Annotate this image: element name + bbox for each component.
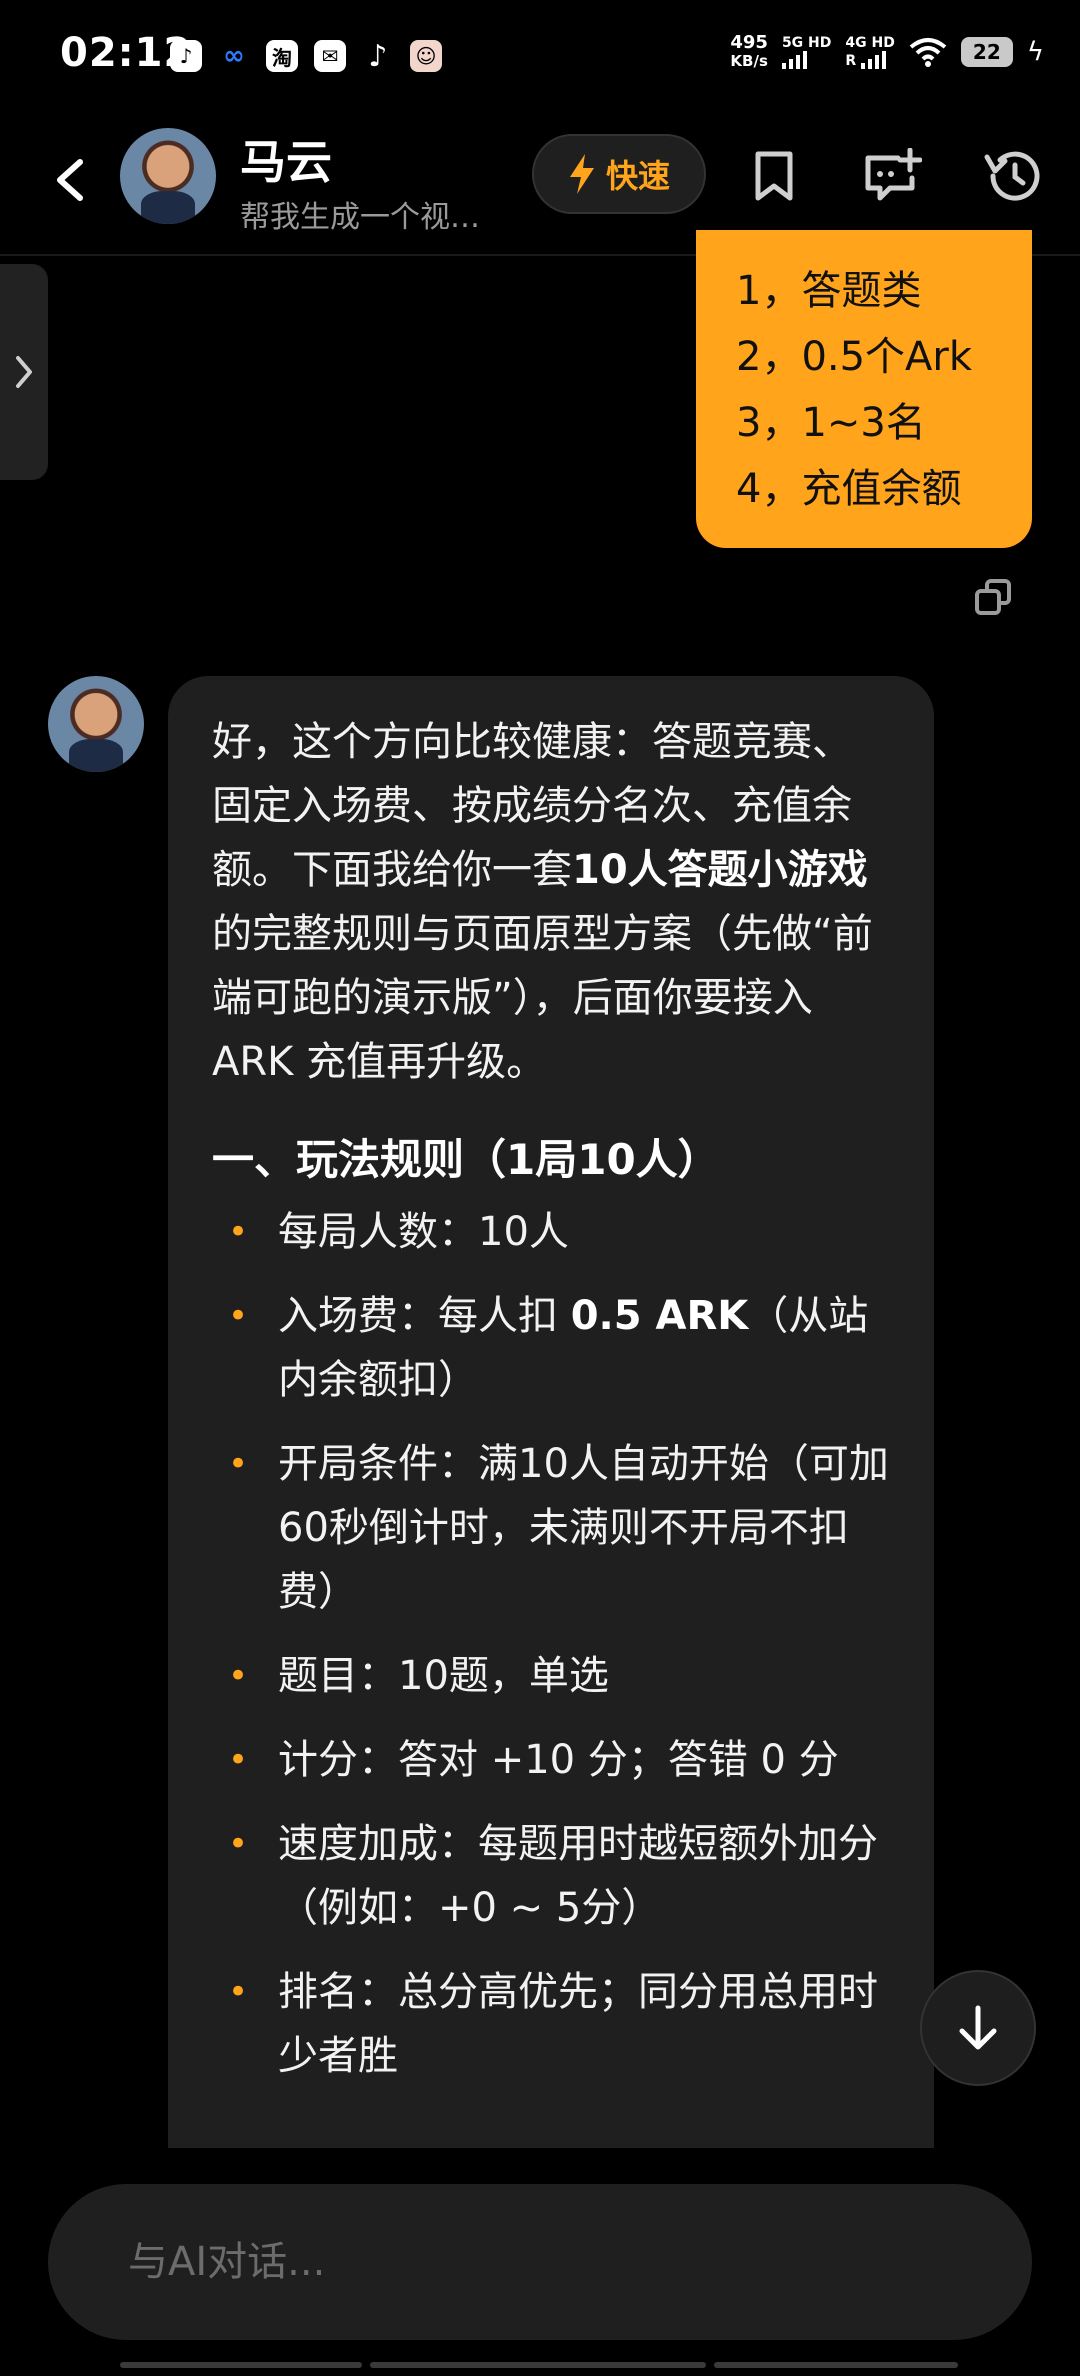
signal-4g: 4G HD R [845, 35, 895, 69]
fast-mode-label: 快速 [605, 157, 670, 195]
rule-item: • 排名：总分高优先；同分用总用时少者胜 [212, 1960, 890, 2088]
notification-icons: ♪ ∞ 淘 ✉ ♪ ☺ [170, 38, 442, 74]
signal-bars-icon [781, 51, 807, 69]
status-bar: 02:12 ♪ ∞ 淘 ✉ ♪ ☺ 495 KB/s 5G HD 4G HD R [0, 0, 1080, 118]
chat-input[interactable] [128, 2224, 968, 2300]
chat-subtitle: 帮我生成一个视… [240, 200, 480, 235]
bot-avatar[interactable] [120, 128, 216, 224]
rule-item: • 题目：10题，单选 [212, 1644, 890, 1708]
bottom-indicator [120, 2362, 960, 2370]
bullet-icon: • [228, 1972, 249, 2012]
add-message-icon [865, 148, 922, 201]
chat-title: 马云 [240, 135, 332, 189]
user-message-line: 2，0.5个Ark [736, 334, 973, 380]
bookmark-button[interactable] [744, 146, 804, 206]
bullet-icon: • [228, 1740, 249, 1780]
rule-item: • 每局人数：10人 [212, 1200, 890, 1264]
copy-button[interactable] [968, 572, 1018, 622]
bullet-icon: • [228, 1824, 249, 1864]
history-icon [984, 151, 1040, 201]
chat-input-bar [48, 2184, 1032, 2340]
arrow-down-icon [959, 2005, 997, 2050]
bullet-icon: • [228, 1444, 249, 1484]
signal-bars-icon [861, 51, 887, 69]
bullet-icon: • [228, 1656, 249, 1696]
fast-mode-button[interactable]: 快速 [532, 134, 706, 214]
wifi-icon [909, 38, 947, 67]
history-button[interactable] [982, 146, 1042, 206]
ai-message-bubble: 好，这个方向比较健康：答题竞赛、固定入场费、按成绩分名次、充值余额。下面我给你一… [168, 676, 934, 2148]
bullet-icon: • [228, 1212, 249, 1252]
mail-icon: ✉ [314, 40, 346, 72]
rule-item: • 速度加成：每题用时越短额外加分（例如：+0 ~ 5分） [212, 1812, 890, 1940]
bookmark-icon [755, 151, 793, 201]
status-right: 495 KB/s 5G HD 4G HD R 22 ϟ [730, 32, 1044, 71]
lightning-icon [569, 154, 594, 194]
chevron-right-icon [16, 356, 32, 388]
side-drawer-toggle[interactable] [0, 264, 48, 480]
scroll-to-bottom-button[interactable] [920, 1970, 1036, 2086]
bullet-icon: • [228, 1296, 249, 1336]
user-message-bubble: 1，答题类 2，0.5个Ark 3，1~3名 4，充值余额 [696, 230, 1032, 548]
user-message-line: 3，1~3名 [736, 400, 926, 446]
rules-list: • 每局人数：10人 • 入场费：每人扣 0.5 ARK（从站内余额扣） • 开局条件… [212, 1200, 890, 2088]
ai-avatar [48, 676, 144, 772]
user-message-line: 1，答题类 [736, 268, 922, 314]
taobao-icon: 淘 [266, 40, 298, 72]
douyin-icon: ♪ [170, 40, 202, 72]
copy-icon [975, 579, 1011, 615]
back-button[interactable] [40, 150, 100, 210]
back-arrow-icon [57, 159, 83, 201]
section-heading: 一、玩法规则（1局10人） [212, 1135, 720, 1184]
face-icon: ☺ [410, 40, 442, 72]
rule-item: • 开局条件：满10人自动开始（可加60秒倒计时，未满则不开局不扣费） [212, 1432, 890, 1624]
tiktok-icon: ♪ [368, 38, 388, 74]
network-speed: 495 KB/s [730, 32, 768, 71]
ai-intro-paragraph: 好，这个方向比较健康：答题竞赛、固定入场费、按成绩分名次、充值余额。下面我给你一… [212, 719, 873, 1085]
meta-icon: ∞ [223, 41, 245, 71]
charging-icon: ϟ [1026, 37, 1044, 67]
rule-item: • 计分：答对 +10 分；答错 0 分 [212, 1728, 890, 1792]
chat-screen: 02:12 ♪ ∞ 淘 ✉ ♪ ☺ 495 KB/s 5G HD 4G HD R [0, 0, 1080, 2376]
battery-icon: 22 [960, 37, 1013, 67]
user-message-line: 4，充值余额 [736, 466, 962, 512]
rule-item: • 入场费：每人扣 0.5 ARK（从站内余额扣） [212, 1284, 890, 1412]
signal-5g: 5G HD [781, 35, 831, 69]
new-chat-button[interactable] [862, 146, 922, 206]
